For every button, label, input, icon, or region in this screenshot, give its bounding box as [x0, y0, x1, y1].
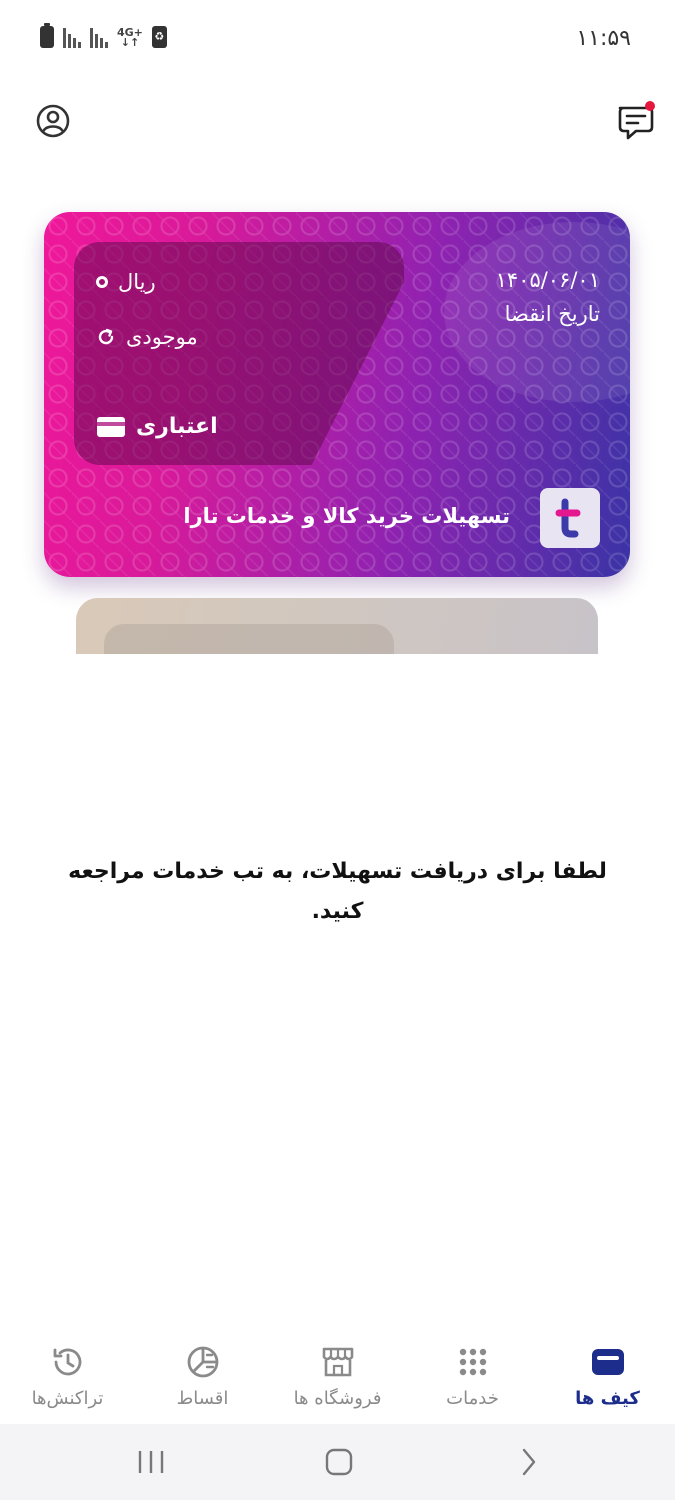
wallet-card[interactable]: ریال موجودی اعتباری ۱۴۰۵/۰۶/۰۱ تاریخ انق…	[44, 212, 630, 577]
status-icons: 4G+ ↓↑ ♻	[40, 23, 167, 49]
history-icon	[50, 1344, 86, 1380]
home-icon[interactable]	[325, 1446, 353, 1478]
recycle-battery-icon: ♻	[151, 26, 167, 48]
expiry-label: تاریخ انقضا	[504, 302, 600, 326]
messages-icon[interactable]	[614, 100, 658, 144]
store-icon	[320, 1344, 356, 1380]
wallet-icon	[590, 1344, 626, 1380]
grid-dots-icon	[455, 1344, 491, 1380]
system-nav-bar	[0, 1424, 675, 1500]
refresh-icon[interactable]	[96, 327, 116, 347]
currency-dot-icon	[96, 276, 108, 288]
signal-icon	[63, 28, 81, 48]
info-message: لطفا برای دریافت تسهیلات، به تب خدمات مر…	[68, 859, 607, 924]
notification-dot	[645, 101, 655, 111]
expiry-date: ۱۴۰۵/۰۶/۰۱	[495, 268, 600, 292]
nav-services[interactable]: خدمات	[405, 1336, 540, 1424]
nav-wallets[interactable]: کیف ها	[540, 1336, 675, 1424]
card-type: اعتباری	[96, 414, 218, 439]
secondary-card-panel	[104, 624, 394, 654]
nav-stores[interactable]: فروشگاه ها	[270, 1336, 405, 1424]
status-time: ۱۱:۵۹	[576, 26, 631, 51]
card-title: تسهیلات خرید کالا و خدمات تارا	[183, 504, 510, 528]
secondary-card[interactable]	[76, 598, 598, 654]
nav-installments[interactable]: اقساط	[135, 1336, 270, 1424]
profile-icon[interactable]	[36, 104, 70, 138]
tara-logo-icon	[540, 488, 600, 548]
battery-icon	[40, 23, 54, 48]
status-bar: 4G+ ↓↑ ♻ ۱۱:۵۹	[0, 0, 675, 78]
card-balance[interactable]: موجودی	[96, 325, 198, 349]
nav-transactions[interactable]: تراکنش‌ها	[0, 1336, 135, 1424]
recents-icon[interactable]	[136, 1446, 166, 1478]
back-icon[interactable]	[516, 1446, 540, 1478]
signal-icon	[90, 28, 108, 48]
network-4g-icon: 4G+ ↓↑	[117, 26, 143, 49]
installments-icon	[185, 1344, 221, 1380]
card-currency: ریال	[96, 270, 156, 294]
credit-card-icon	[96, 416, 126, 438]
bottom-nav: کیف ها خدمات فروشگاه ها اقساط تراکنش‌ها	[0, 1336, 675, 1424]
